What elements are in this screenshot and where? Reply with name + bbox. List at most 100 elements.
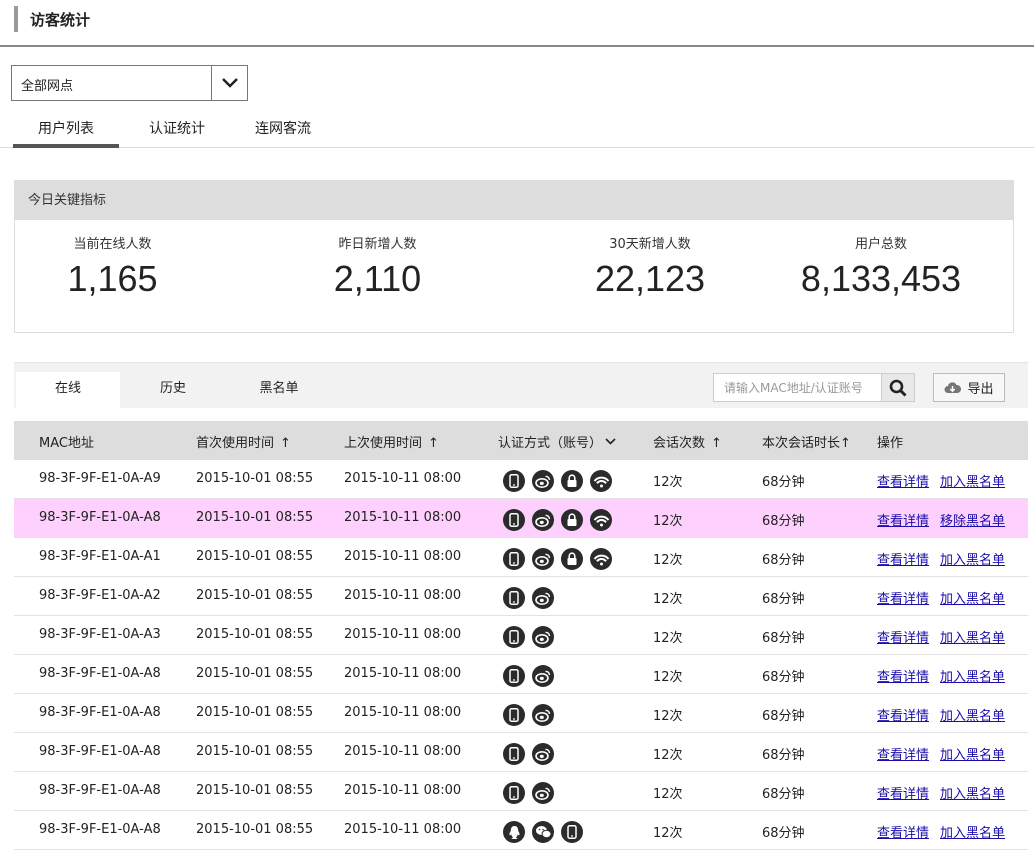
phone-icon <box>503 704 525 726</box>
col-last-time[interactable]: 上次使用时间 ↑ <box>344 432 439 451</box>
session-count-cell: 12次 <box>653 670 683 685</box>
blacklist-action-link[interactable]: 加入黑名单 <box>940 744 1005 763</box>
kpi-heading: 今日关键指标 <box>15 181 1013 220</box>
session-count-cell: 12次 <box>653 514 683 529</box>
export-label: 导出 <box>967 382 994 397</box>
view-detail-link[interactable]: 查看详情 <box>877 549 929 568</box>
duration-cell: 68分钟 <box>762 475 805 490</box>
weibo-icon <box>532 782 554 804</box>
blacklist-action-link[interactable]: 加入黑名单 <box>940 549 1005 568</box>
sort-arrow-icon: ↑ <box>840 436 851 451</box>
weibo-icon <box>532 548 554 570</box>
view-detail-link[interactable]: 查看详情 <box>877 588 929 607</box>
site-select-toggle[interactable] <box>211 66 247 100</box>
sort-arrow-icon: ↑ <box>280 436 291 451</box>
duration-cell: 68分钟 <box>762 514 805 529</box>
phone-icon <box>561 821 583 843</box>
phone-icon <box>503 743 525 765</box>
blacklist-action-link[interactable]: 加入黑名单 <box>940 822 1005 841</box>
mac-cell: 98-3F-9F-E1-0A-A8 <box>39 822 161 837</box>
view-detail-link[interactable]: 查看详情 <box>877 627 929 646</box>
table-row: 98-3F-9F-E1-0A-A8 2015-10-01 08:55 2015-10… <box>14 733 1028 772</box>
col-actions: 操作 <box>877 436 904 451</box>
view-detail-link[interactable]: 查看详情 <box>877 783 929 802</box>
col-duration-label: 本次会话时长 <box>762 436 841 451</box>
blacklist-action-link[interactable]: 加入黑名单 <box>940 588 1005 607</box>
session-count-cell: 12次 <box>653 631 683 646</box>
col-session-duration[interactable]: 本次会话时长↑ <box>762 432 851 451</box>
export-button[interactable]: 导出 <box>933 373 1005 402</box>
tab-network-traffic[interactable]: 连网客流 <box>230 114 336 148</box>
col-last-time-label: 上次使用时间 <box>344 436 423 451</box>
col-first-time[interactable]: 首次使用时间 ↑ <box>196 432 291 451</box>
phone-icon <box>503 470 525 492</box>
duration-cell: 68分钟 <box>762 787 805 802</box>
col-auth-method[interactable]: 认证方式（账号） <box>498 432 616 451</box>
kpi-value: 2,110 <box>333 258 422 299</box>
tab-history[interactable]: 历史 <box>120 372 226 409</box>
auth-icons <box>503 548 612 570</box>
view-detail-link[interactable]: 查看详情 <box>877 705 929 724</box>
phone-icon <box>503 587 525 609</box>
chevron-down-icon <box>605 438 616 445</box>
first-time-cell: 2015-10-01 08:55 <box>196 822 314 837</box>
lock-icon <box>561 548 583 570</box>
site-select[interactable]: 全部网点 <box>11 65 248 101</box>
session-count-cell: 12次 <box>653 475 683 490</box>
kpi-label: 30天新增人数 <box>609 237 691 252</box>
tab-online[interactable]: 在线 <box>16 372 120 409</box>
last-time-cell: 2015-10-11 08:00 <box>344 510 462 525</box>
last-time-cell: 2015-10-11 08:00 <box>344 822 462 837</box>
last-time-cell: 2015-10-11 08:00 <box>344 627 462 642</box>
session-count-cell: 12次 <box>653 787 683 802</box>
cloud-download-icon <box>944 382 962 393</box>
tab-user-list[interactable]: 用户列表 <box>13 114 119 148</box>
auth-icons <box>503 626 554 648</box>
view-detail-link[interactable]: 查看详情 <box>877 471 929 490</box>
lock-icon <box>561 470 583 492</box>
blacklist-action-link[interactable]: 加入黑名单 <box>940 627 1005 646</box>
phone-icon <box>503 782 525 804</box>
page-title: 访客统计 <box>30 11 91 29</box>
phone-icon <box>503 626 525 648</box>
mac-cell: 98-3F-9F-E1-0A-A8 <box>39 510 161 525</box>
col-auth-label: 认证方式（账号） <box>498 436 603 451</box>
first-time-cell: 2015-10-01 08:55 <box>196 744 314 759</box>
col-session-count[interactable]: 会话次数 ↑ <box>653 432 722 451</box>
view-detail-link[interactable]: 查看详情 <box>877 666 929 685</box>
last-time-cell: 2015-10-11 08:00 <box>344 705 462 720</box>
weibo-icon <box>532 704 554 726</box>
kpi-online: 当前在线人数 1,165 <box>35 233 190 300</box>
phone-icon <box>503 509 525 531</box>
mac-cell: 98-3F-9F-E1-0A-A1 <box>39 549 161 564</box>
wifi-icon <box>590 470 612 492</box>
first-time-cell: 2015-10-01 08:55 <box>196 666 314 681</box>
mac-cell: 98-3F-9F-E1-0A-A8 <box>39 744 161 759</box>
search-icon <box>889 379 907 397</box>
search-button[interactable] <box>881 374 914 401</box>
sort-arrow-icon: ↑ <box>428 436 439 451</box>
blacklist-action-link[interactable]: 加入黑名单 <box>940 705 1005 724</box>
mac-cell: 98-3F-9F-E1-0A-A8 <box>39 705 161 720</box>
blacklist-action-link[interactable]: 加入黑名单 <box>940 783 1005 802</box>
view-detail-link[interactable]: 查看详情 <box>877 822 929 841</box>
phone-icon <box>503 548 525 570</box>
view-detail-link[interactable]: 查看详情 <box>877 744 929 763</box>
last-time-cell: 2015-10-11 08:00 <box>344 471 462 486</box>
tab-blacklist[interactable]: 黑名单 <box>226 372 332 409</box>
view-detail-link[interactable]: 查看详情 <box>877 510 929 529</box>
session-count-cell: 12次 <box>653 826 683 841</box>
table-row: 98-3F-9F-E1-0A-A8 2015-10-01 08:55 2015-10… <box>14 811 1028 850</box>
kpi-panel: 今日关键指标 当前在线人数 1,165 昨日新增人数 2,110 30天新增人数… <box>14 180 1014 333</box>
col-mac: MAC地址 <box>39 436 94 451</box>
blacklist-action-link[interactable]: 移除黑名单 <box>940 510 1005 529</box>
page-header: 访客统计 <box>0 0 1034 47</box>
blacklist-action-link[interactable]: 加入黑名单 <box>940 666 1005 685</box>
col-count-label: 会话次数 <box>653 436 706 451</box>
tab-auth-stats[interactable]: 认证统计 <box>124 114 230 148</box>
blacklist-action-link[interactable]: 加入黑名单 <box>940 471 1005 490</box>
search-input[interactable] <box>714 374 882 401</box>
duration-cell: 68分钟 <box>762 631 805 646</box>
mac-cell: 98-3F-9F-E1-0A-A8 <box>39 783 161 798</box>
weibo-icon <box>532 626 554 648</box>
